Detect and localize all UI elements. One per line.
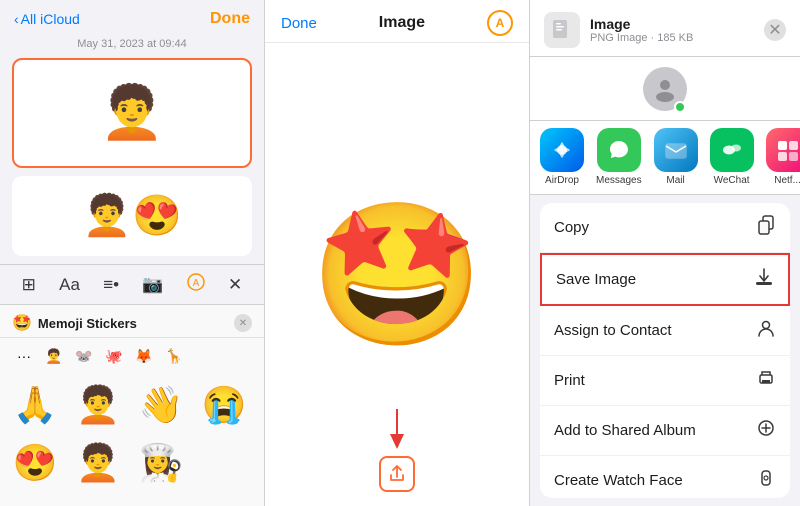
mail-icon [654, 128, 698, 172]
more-label: Netf... [774, 175, 800, 186]
share-file-name: Image [590, 16, 754, 32]
copy-action[interactable]: Copy [540, 203, 790, 253]
sticker-item-5[interactable]: 😍 [8, 436, 62, 490]
assign-contact-action[interactable]: Assign to Contact [540, 306, 790, 356]
messages-app-label: Messages [596, 175, 642, 186]
image-panel: Done Image A 🤩 [265, 0, 530, 506]
airdrop-icon [540, 128, 584, 172]
main-memoji-image: 🤩 [310, 205, 484, 345]
panel2-done-button[interactable]: Done [281, 15, 317, 32]
camera-icon[interactable]: 📷 [142, 275, 163, 295]
shared-album-action[interactable]: Add to Shared Album [540, 406, 790, 456]
grid-icon[interactable]: ⊞ [22, 275, 36, 295]
messages-app[interactable]: Messages [596, 128, 642, 186]
message-bubble-area: 🧑‍🦱 🧑‍🦱😍 [0, 58, 264, 264]
sticker-dot-1[interactable]: 🧑‍🦱 [42, 344, 66, 368]
sticker-emoji-icon: 🤩 [12, 313, 32, 333]
save-image-label: Save Image [556, 271, 636, 288]
share-file-info: Image PNG Image · 185 KB [590, 16, 754, 44]
date-label: May 31, 2023 at 09:44 [0, 34, 264, 58]
share-contacts-row [530, 57, 800, 121]
sticker-item-6[interactable]: 🧑‍🦱 [71, 436, 125, 490]
copy-label: Copy [554, 219, 589, 236]
sticker-grid: 🙏 🧑‍🦱 👋 😭 😍 🧑‍🦱 👩‍🍳 [0, 374, 264, 494]
svg-text:A: A [192, 278, 199, 289]
watch-face-icon [756, 468, 776, 493]
mail-label: Mail [666, 175, 684, 186]
messages-icon [597, 128, 641, 172]
save-image-action[interactable]: Save Image [540, 253, 790, 306]
message-toolbar: ⊞ Aa ≡• 📷 A ✕ [0, 264, 264, 305]
watch-face-label: Create Watch Face [554, 472, 683, 489]
copy-icon [756, 215, 776, 240]
sticker-panel-title: Memoji Stickers [38, 316, 137, 331]
wechat-icon [710, 128, 754, 172]
panel2-title: Image [379, 14, 425, 32]
sticker-close-button[interactable]: ✕ [234, 314, 252, 332]
assign-contact-icon [756, 318, 776, 343]
panel2-image-area: 🤩 [265, 43, 529, 506]
share-file-icon [544, 12, 580, 48]
red-arrow-indicator [372, 404, 422, 454]
watch-face-action[interactable]: Create Watch Face [540, 456, 790, 498]
messages-panel: ‹ All iCloud Done May 31, 2023 at 09:44 … [0, 0, 265, 506]
airdrop-app[interactable]: AirDrop [540, 128, 584, 186]
chevron-left-icon: ‹ [14, 11, 19, 27]
print-icon [756, 368, 776, 393]
panel1-header: ‹ All iCloud Done [0, 0, 264, 34]
apps-row: AirDrop Messages Mail [530, 121, 800, 195]
sticker-dot-5[interactable]: 🦒 [162, 344, 186, 368]
back-label: All iCloud [21, 11, 80, 27]
close-toolbar-icon[interactable]: ✕ [228, 275, 242, 295]
sticker-dot-2[interactable]: 🐭 [72, 344, 96, 368]
more-app[interactable]: Netf... [766, 128, 800, 186]
share-header: Image PNG Image · 185 KB ✕ [530, 0, 800, 57]
panel2-circle-label: A [496, 16, 505, 30]
share-file-meta: PNG Image · 185 KB [590, 32, 754, 44]
text-icon[interactable]: Aa [59, 275, 80, 295]
sticker-item-7[interactable]: 👩‍🍳 [134, 436, 188, 490]
sticker-dot-4[interactable]: 🦊 [132, 344, 156, 368]
actions-list: Copy Save Image Assign to Contact [540, 203, 790, 498]
wechat-app[interactable]: WeChat [710, 128, 754, 186]
save-image-icon [754, 267, 774, 292]
sticker-item-4[interactable]: 😭 [197, 378, 251, 432]
sticker-panel: 🤩 Memoji Stickers ✕ ··· 🧑‍🦱 🐭 🐙 🦊 🦒 🙏 🧑‍… [0, 305, 264, 506]
assign-contact-label: Assign to Contact [554, 322, 672, 339]
sticker-item-2[interactable]: 🧑‍🦱 [71, 378, 125, 432]
more-app-icon [766, 128, 800, 172]
sticker-item-3[interactable]: 👋 [134, 378, 188, 432]
memoji-emoji-2: 🧑‍🦱😍 [82, 196, 182, 236]
circle-a-icon[interactable]: A [187, 273, 205, 296]
mail-app[interactable]: Mail [654, 128, 698, 186]
sticker-dots-row: ··· 🧑‍🦱 🐭 🐙 🦊 🦒 [0, 338, 264, 374]
sticker-item-1[interactable]: 🙏 [8, 378, 62, 432]
selected-message-image[interactable]: 🧑‍🦱 [12, 58, 252, 168]
shared-album-label: Add to Shared Album [554, 422, 696, 439]
sticker-dot-more[interactable]: ··· [12, 344, 36, 368]
normal-message-image[interactable]: 🧑‍🦱😍 [12, 176, 252, 256]
panel2-circle-button[interactable]: A [487, 10, 513, 36]
back-button[interactable]: ‹ All iCloud [14, 11, 80, 27]
print-action[interactable]: Print [540, 356, 790, 406]
done-button[interactable]: Done [210, 10, 250, 28]
share-button-panel2[interactable] [379, 456, 415, 492]
sticker-dot-3[interactable]: 🐙 [102, 344, 126, 368]
share-close-button[interactable]: ✕ [764, 19, 786, 41]
format-icon[interactable]: ≡• [103, 275, 119, 295]
sticker-title-area: 🤩 Memoji Stickers [12, 313, 137, 333]
contact-online-indicator [674, 101, 686, 113]
panel2-header: Done Image A [265, 0, 529, 43]
wechat-label: WeChat [714, 175, 750, 186]
memoji-emoji-1: 🧑‍🦱 [100, 87, 165, 139]
print-label: Print [554, 372, 585, 389]
shared-album-icon [756, 418, 776, 443]
sticker-header: 🤩 Memoji Stickers ✕ [0, 305, 264, 338]
airdrop-label: AirDrop [545, 175, 579, 186]
share-sheet-panel: Image PNG Image · 185 KB ✕ [530, 0, 800, 506]
